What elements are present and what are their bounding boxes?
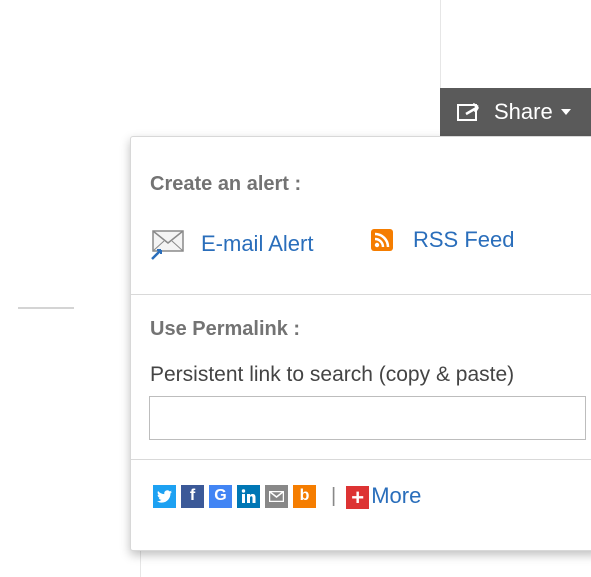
- twitter-icon[interactable]: [153, 484, 176, 508]
- more-share-link[interactable]: + More: [346, 483, 422, 510]
- background-divider-vertical: [440, 0, 441, 88]
- permalink-section-title: Use Permalink :: [150, 318, 301, 340]
- blogger-icon[interactable]: b: [293, 484, 316, 508]
- section-divider: [131, 459, 591, 460]
- more-label: More: [371, 483, 422, 508]
- permalink-description: Persistent link to search (copy & paste): [150, 363, 515, 386]
- share-icon: [457, 102, 480, 121]
- alert-section-title: Create an alert :: [150, 173, 302, 195]
- share-button[interactable]: Share: [440, 88, 591, 136]
- rss-feed-link[interactable]: RSS Feed: [371, 227, 515, 253]
- chevron-down-icon: [560, 109, 571, 115]
- share-dropdown-panel: Create an alert : E-mail Alert RSS Feed …: [130, 136, 591, 551]
- email-share-icon[interactable]: [265, 484, 288, 508]
- permalink-input[interactable]: [149, 396, 586, 440]
- email-alert-link[interactable]: E-mail Alert: [149, 227, 313, 261]
- section-divider: [131, 294, 591, 295]
- share-separator: |: [331, 484, 337, 507]
- google-icon[interactable]: G: [209, 484, 232, 508]
- linkedin-icon[interactable]: [237, 484, 260, 508]
- rss-icon: [371, 229, 393, 251]
- background-divider-vertical-bottom: [140, 551, 141, 577]
- plus-icon: +: [346, 485, 370, 510]
- background-divider-horizontal: [18, 307, 74, 309]
- facebook-icon[interactable]: f: [181, 484, 204, 508]
- social-share-bar: f G b | + More: [153, 483, 422, 510]
- email-alert-label: E-mail Alert: [201, 231, 314, 256]
- share-label: Share: [494, 99, 553, 124]
- envelope-icon: [151, 230, 184, 260]
- rss-feed-label: RSS Feed: [413, 227, 515, 252]
